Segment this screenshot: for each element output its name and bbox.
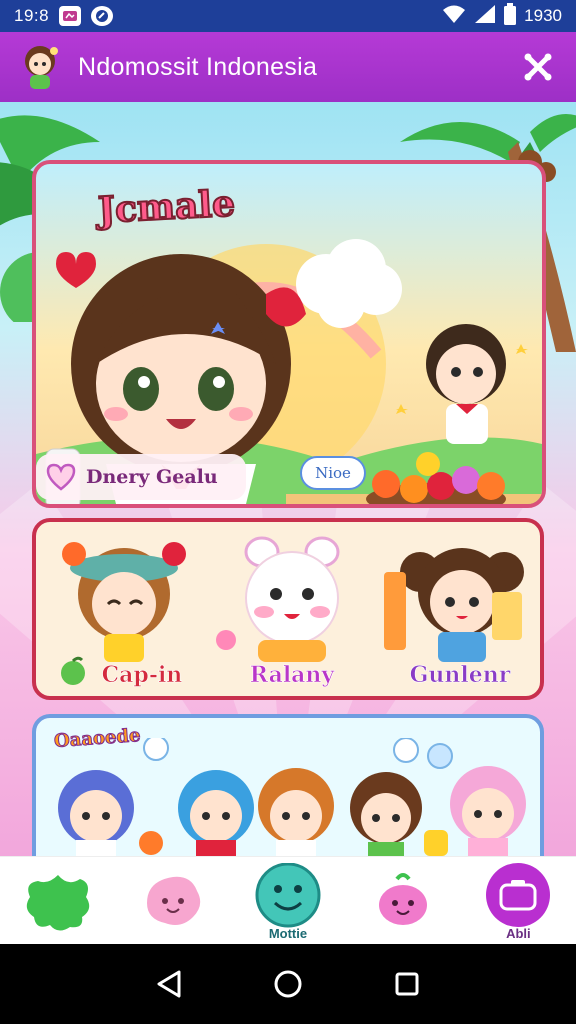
status-time: 19:8: [14, 6, 50, 25]
notification-icon: [59, 6, 82, 26]
app-header: Ndomossit Indonesia: [0, 32, 576, 102]
bunny-character-icon: [216, 536, 340, 662]
nav-label-abli: Abli: [506, 925, 531, 941]
heart-icon: [46, 463, 76, 491]
friend-label-ralany: Ralany: [249, 662, 335, 689]
pink-hair-character: [450, 766, 526, 856]
group-characters: [58, 738, 526, 856]
pink-critter-icon: [379, 872, 428, 925]
recents-button[interactable]: [387, 964, 427, 1004]
camera-icon: [486, 862, 551, 927]
recents-square-icon: [395, 972, 419, 996]
back-button[interactable]: [149, 964, 189, 1004]
girl-character-icon: [62, 542, 186, 662]
home-circle-icon: [274, 970, 302, 998]
smiley-face-icon: [255, 862, 321, 927]
hero-caption-text: Dnery Gealu: [86, 466, 218, 488]
close-x-icon: [524, 53, 552, 81]
signal-icon: [474, 4, 496, 29]
app-title: Ndomossit Indonesia: [78, 52, 318, 81]
friends-card: Cap-in Ralany Gunlenr: [32, 518, 544, 700]
main-content[interactable]: Jcmale Nioe Dnery Gealu Cap-in Ralany Gu…: [0, 102, 576, 856]
friend-item-capin[interactable]: Cap-in: [44, 532, 204, 692]
nav-item-mottie[interactable]: Mottie: [243, 861, 333, 941]
back-triangle-icon: [157, 970, 181, 998]
group-card[interactable]: Oaaoede: [32, 714, 544, 856]
nav-item-pink-critter[interactable]: [358, 861, 448, 941]
pigtail-girl-icon: [384, 548, 524, 662]
brown-hair-character: [350, 772, 422, 856]
nav-item-home[interactable]: [13, 861, 103, 941]
blue-hair-character: [58, 770, 134, 856]
green-splat-icon: [26, 874, 89, 931]
hero-caption[interactable]: Dnery Gealu: [36, 454, 246, 500]
vpn-icon: [91, 6, 114, 26]
nav-label-mottie: Mottie: [268, 925, 308, 941]
app-avatar: [18, 41, 64, 93]
hero-title: Jcmale: [96, 181, 237, 232]
nav-item-pink-blob[interactable]: [128, 861, 218, 941]
status-bar: 19:8 1930: [0, 0, 576, 32]
battery-icon: [504, 2, 517, 30]
bottom-nav: Mottie Abli: [0, 856, 576, 944]
home-button[interactable]: [268, 964, 308, 1004]
pink-blob-icon: [146, 876, 200, 925]
cyan-hair-character: [178, 770, 254, 856]
friend-item-ralany[interactable]: Ralany: [212, 532, 372, 692]
system-nav-bar: [0, 944, 576, 1024]
friend-label-gunlenr: Gunlenr: [409, 662, 511, 689]
speech-bubble: Nioe: [300, 456, 366, 490]
friend-label-capin: Cap-in: [101, 662, 183, 689]
battery-text: 1930: [524, 6, 562, 25]
friend-item-gunlenr[interactable]: Gunlenr: [380, 532, 540, 692]
orange-hair-character: [258, 768, 334, 856]
nav-item-abli[interactable]: Abli: [473, 861, 563, 941]
close-button[interactable]: [518, 47, 558, 87]
small-girl-character: [426, 324, 506, 444]
wifi-icon: [442, 4, 466, 29]
